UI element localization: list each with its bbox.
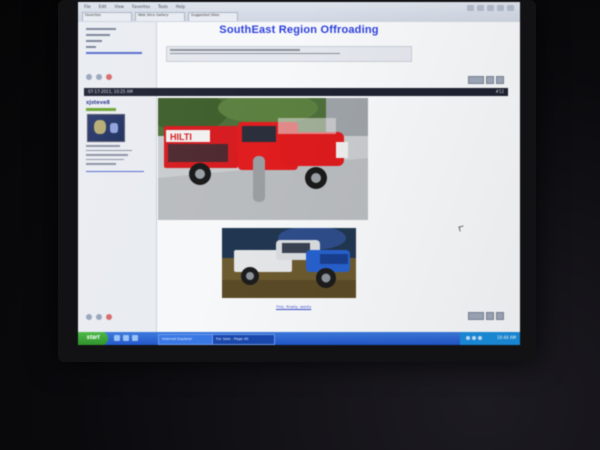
info-line xyxy=(86,149,132,151)
system-tray: 10:44 AM xyxy=(460,332,520,345)
signature-title: SouthEast Region Offroading xyxy=(219,24,379,36)
post-header-bar: 07-17-2011, 10:25 AM #12 xyxy=(84,88,508,96)
quote-line xyxy=(167,49,411,51)
taskbar-item-internet-explorer[interactable]: Internet Explorer xyxy=(158,334,213,345)
post-link[interactable]: This, finally, works xyxy=(276,304,311,309)
post-status-icons-bottom xyxy=(86,314,112,320)
info-line xyxy=(86,158,124,160)
quote-line xyxy=(167,52,411,54)
add-rep-icon[interactable] xyxy=(96,314,102,320)
page-menu-icon[interactable] xyxy=(497,5,504,11)
online-status-icon xyxy=(86,314,92,320)
ie-icon[interactable] xyxy=(114,335,120,341)
reply-buttons xyxy=(468,76,504,84)
user-info-column xyxy=(78,22,157,332)
red-truck-photo-svg: HILTI xyxy=(158,98,368,220)
security-icon[interactable] xyxy=(478,336,482,340)
mouse-cursor-icon xyxy=(458,225,465,232)
quote-button[interactable] xyxy=(468,76,484,84)
menu-edit[interactable]: Edit xyxy=(99,4,107,9)
info-line xyxy=(86,40,102,42)
desktop-icon[interactable] xyxy=(123,335,129,341)
info-line xyxy=(86,154,128,156)
post-status-icons xyxy=(86,74,112,80)
info-line xyxy=(86,46,96,48)
menu-favorites[interactable]: Favorites xyxy=(132,4,150,9)
volume-icon[interactable] xyxy=(472,336,476,340)
post-username[interactable]: xjsteve8 xyxy=(86,100,110,106)
menu-tools[interactable]: Tools xyxy=(158,4,168,9)
monitor-screen: File Edit View Favorites Tools Help Favo… xyxy=(78,2,520,345)
quote-button[interactable] xyxy=(468,312,484,320)
tab-suggested-sites[interactable]: Suggested Sites xyxy=(188,12,238,21)
info-link-line[interactable] xyxy=(86,170,144,172)
forum-page: SouthEast Region Offroading 07-17-2011, … xyxy=(78,22,520,332)
reply-buttons-bottom xyxy=(468,312,504,320)
info-line xyxy=(86,145,120,147)
post-number[interactable]: #12 xyxy=(496,88,504,96)
quick-reply-icon[interactable] xyxy=(496,312,504,320)
tab-web-slice[interactable]: Web Slice Gallery xyxy=(135,12,185,21)
toolbar-buttons xyxy=(467,5,514,11)
safety-menu-icon[interactable] xyxy=(507,5,514,11)
quick-launch xyxy=(114,335,138,341)
photo-white-truck xyxy=(222,228,356,298)
info-link-line[interactable] xyxy=(86,52,142,54)
print-icon[interactable] xyxy=(487,5,494,11)
user-rank-bar xyxy=(86,108,116,111)
report-post-icon[interactable] xyxy=(106,74,112,80)
media-icon[interactable] xyxy=(132,335,138,341)
menu-file[interactable]: File xyxy=(84,4,91,9)
tray-icons xyxy=(466,336,482,340)
avatar-figure-2 xyxy=(110,123,118,133)
multi-quote-icon[interactable] xyxy=(486,76,494,84)
report-post-icon[interactable] xyxy=(106,314,112,320)
add-rep-icon[interactable] xyxy=(96,74,102,80)
photo-red-truck: HILTI xyxy=(158,98,368,220)
user-details xyxy=(86,145,150,175)
tab-favorites[interactable]: Favorites xyxy=(82,12,132,21)
white-truck-photo-svg xyxy=(222,228,356,298)
avatar-figure xyxy=(94,120,106,134)
clock[interactable]: 10:44 AM xyxy=(497,335,516,340)
online-status-icon xyxy=(86,74,92,80)
windows-taskbar: start Internet Explorer For Sale - Page … xyxy=(78,332,520,345)
post-date: 07-17-2011, 10:25 AM xyxy=(88,89,133,94)
browser-toolbar: File Edit View Favorites Tools Help Favo… xyxy=(78,2,520,23)
info-line xyxy=(86,163,116,165)
favorites-bar: Favorites Web Slice Gallery Suggested Si… xyxy=(82,12,238,21)
svg-text:HILTI: HILTI xyxy=(170,132,192,142)
avatar[interactable] xyxy=(87,114,125,142)
multi-quote-icon[interactable] xyxy=(486,312,494,320)
menu-view[interactable]: View xyxy=(114,4,124,9)
taskbar-item-forum[interactable]: For Sale - Page 40 xyxy=(212,334,275,345)
feeds-icon[interactable] xyxy=(477,5,484,11)
home-icon[interactable] xyxy=(467,5,474,11)
browser-menu: File Edit View Favorites Tools Help xyxy=(84,4,185,9)
menu-help[interactable]: Help xyxy=(176,4,185,9)
quick-reply-icon[interactable] xyxy=(496,76,504,84)
quote-box xyxy=(166,46,412,62)
start-button[interactable]: start xyxy=(78,332,108,345)
network-icon[interactable] xyxy=(466,336,470,340)
